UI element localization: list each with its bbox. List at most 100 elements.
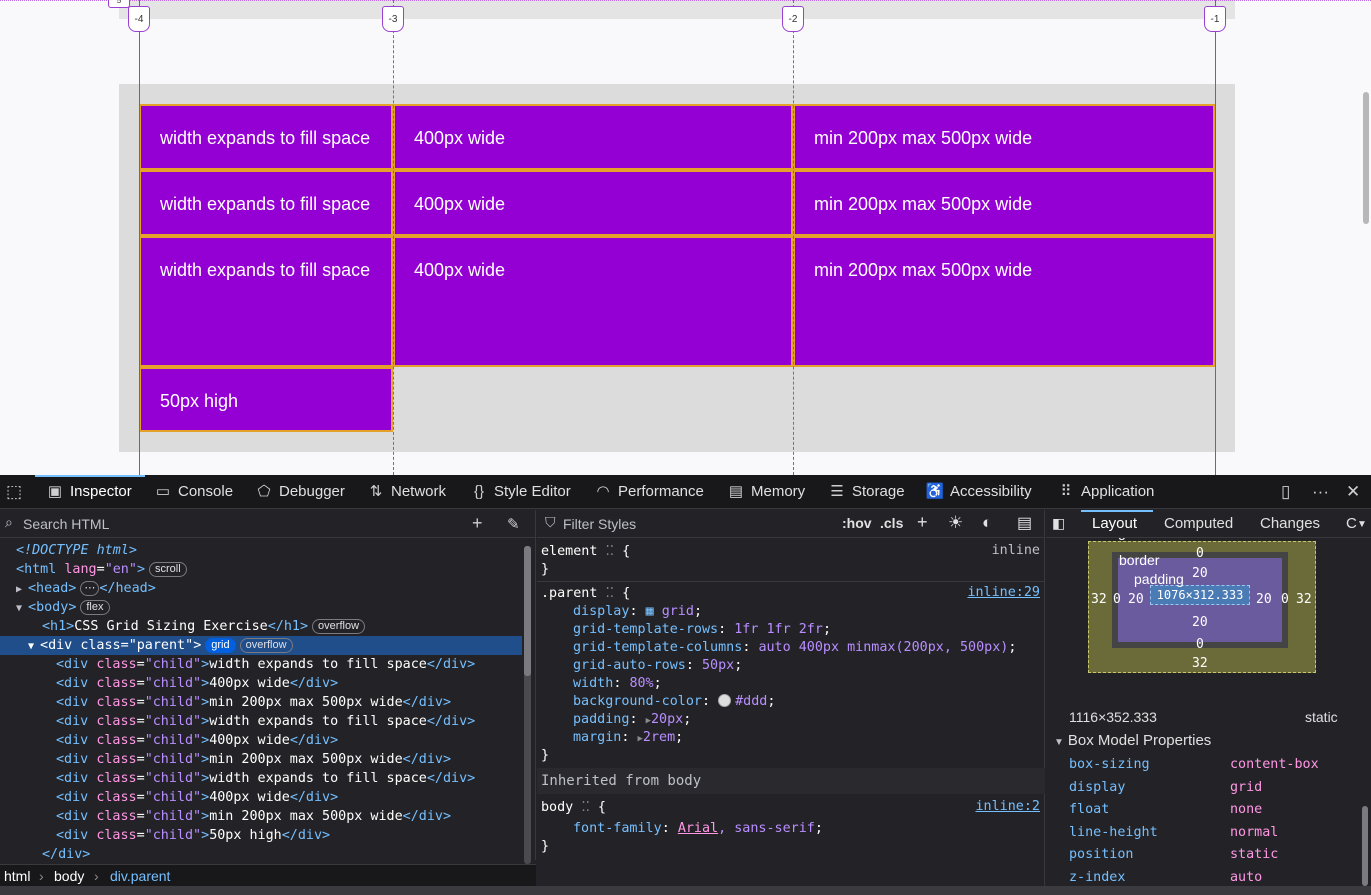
- tree-node-html[interactable]: <html lang="en"> scroll: [0, 560, 522, 579]
- more-options-icon[interactable]: ···: [1312, 482, 1329, 502]
- layout-scrollbar[interactable]: [1362, 536, 1368, 886]
- tab-changes[interactable]: Changes: [1260, 515, 1320, 532]
- tree-node-doctype[interactable]: <!DOCTYPE html>: [0, 541, 522, 560]
- tab-performance[interactable]: ◠ Performance: [593, 475, 703, 509]
- tree-node-div-close[interactable]: </div>: [0, 845, 522, 864]
- eyedropper-icon[interactable]: ✎: [507, 515, 520, 533]
- chevron-down-icon[interactable]: ▼: [1357, 519, 1367, 530]
- padding-top-value[interactable]: 20: [1192, 566, 1208, 581]
- declaration[interactable]: margin: ▶2rem;: [573, 729, 683, 747]
- filter-styles-input[interactable]: Filter Styles: [563, 516, 636, 532]
- tree-node-child[interactable]: <div class="child">width expands to fill…: [0, 655, 522, 674]
- grid-cell[interactable]: width expands to fill space: [139, 104, 393, 170]
- tree-node-child[interactable]: <div class="child">400px wide</div>: [0, 788, 522, 807]
- grid-cell[interactable]: min 200px max 500px wide: [793, 236, 1215, 367]
- padding-right-value[interactable]: 20: [1256, 592, 1272, 607]
- grid-cell[interactable]: width expands to fill space: [139, 170, 393, 236]
- grid-cell[interactable]: width expands to fill space: [139, 236, 393, 367]
- margin-right-value[interactable]: 32: [1296, 592, 1312, 607]
- scrollbar-thumb[interactable]: [524, 546, 531, 676]
- collapse-icon[interactable]: ▼: [16, 599, 28, 618]
- search-input[interactable]: Search HTML: [23, 516, 109, 532]
- scrollbar-thumb[interactable]: [1362, 806, 1368, 886]
- tab-network[interactable]: ⇅ Network: [366, 475, 446, 509]
- padding-left-value[interactable]: 20: [1128, 592, 1144, 607]
- scroll-badge[interactable]: scroll: [149, 562, 187, 577]
- overflow-badge[interactable]: overflow: [312, 619, 366, 634]
- rule-source-link[interactable]: inline:29: [967, 585, 1040, 600]
- tab-debugger[interactable]: ⬠ Debugger: [254, 475, 344, 509]
- tab-console[interactable]: ▭ Console: [153, 475, 233, 509]
- tree-node-child[interactable]: <div class="child">width expands to fill…: [0, 712, 522, 731]
- tab-style-editor[interactable]: {} Style Editor: [469, 475, 571, 509]
- breadcrumb-html[interactable]: html: [4, 865, 30, 887]
- markup-search-bar[interactable]: ⌕ Search HTML + ✎: [0, 510, 536, 538]
- font-value[interactable]: Arial: [678, 821, 718, 836]
- parent-rule-header[interactable]: .parent ⁚⁚ {: [541, 585, 630, 603]
- declaration[interactable]: width: 80%;: [573, 675, 662, 693]
- grid-cell[interactable]: 400px wide: [393, 236, 793, 367]
- tab-inspector[interactable]: ▣ Inspector: [45, 475, 132, 509]
- declaration[interactable]: grid-template-rows: 1fr 1fr 2fr;: [573, 621, 831, 639]
- element-picker-icon[interactable]: ⬚: [6, 482, 22, 502]
- box-model-properties-header[interactable]: ▼ Box Model Properties: [1054, 732, 1211, 749]
- tab-memory[interactable]: ▤ Memory: [726, 475, 805, 509]
- tree-node-child[interactable]: <div class="child">min 200px max 500px w…: [0, 807, 522, 826]
- margin-bottom-value[interactable]: 32: [1192, 656, 1208, 671]
- dark-scheme-icon[interactable]: ◐: [982, 513, 992, 533]
- tab-layout[interactable]: Layout: [1092, 515, 1137, 532]
- cls-button[interactable]: .cls: [880, 515, 903, 531]
- responsive-design-icon[interactable]: ▯: [1281, 482, 1290, 502]
- page-scrollbar[interactable]: [1363, 92, 1369, 224]
- print-media-icon[interactable]: ▤: [1017, 513, 1032, 533]
- grid-cell[interactable]: min 200px max 500px wide: [793, 170, 1215, 236]
- border-top-value[interactable]: 0: [1196, 546, 1204, 561]
- add-node-icon[interactable]: +: [472, 513, 483, 534]
- breadcrumb-div-parent[interactable]: div.parent: [110, 865, 170, 887]
- tab-accessibility[interactable]: ♿ Accessibility: [925, 475, 1032, 509]
- grid-cell[interactable]: 50px high: [139, 367, 393, 432]
- ellipsis-badge[interactable]: ⋯: [80, 581, 100, 596]
- tree-node-child[interactable]: <div class="child">400px wide</div>: [0, 674, 522, 693]
- declaration[interactable]: padding: ▶20px;: [573, 711, 691, 729]
- tree-node-h1[interactable]: <h1>CSS Grid Sizing Exercise</h1> overflo…: [0, 617, 522, 636]
- collapse-icon[interactable]: ▼: [28, 637, 40, 656]
- sidebar-toggle-icon[interactable]: ◧: [1052, 515, 1065, 532]
- grid-icon[interactable]: ▦: [646, 604, 654, 619]
- expand-icon[interactable]: ▶: [16, 580, 28, 599]
- add-rule-icon[interactable]: +: [917, 512, 928, 533]
- tab-computed[interactable]: Computed: [1164, 515, 1233, 532]
- hov-button[interactable]: :hov: [842, 515, 872, 531]
- box-model-content[interactable]: 1076×312.333: [1150, 585, 1250, 605]
- declaration[interactable]: grid-auto-rows: 50px;: [573, 657, 742, 675]
- tree-node-child[interactable]: <div class="child">400px wide</div>: [0, 731, 522, 750]
- tree-node-div-parent[interactable]: ▼ <div class="parent"> grid overflow: [0, 636, 522, 655]
- overflow-badge[interactable]: overflow: [239, 638, 293, 653]
- margin-left-value[interactable]: 32: [1091, 592, 1107, 607]
- grid-cell[interactable]: 400px wide: [393, 104, 793, 170]
- tree-node-body[interactable]: ▼ <body> flex: [0, 598, 522, 617]
- border-left-value[interactable]: 0: [1113, 592, 1121, 607]
- breadcrumb-body[interactable]: body: [54, 865, 84, 887]
- tree-node-child[interactable]: <div class="child">min 200px max 500px w…: [0, 750, 522, 769]
- element-rule-header[interactable]: element ⁚⁚ {: [541, 543, 630, 561]
- border-right-value[interactable]: 0: [1281, 592, 1289, 607]
- markup-scrollbar[interactable]: [524, 546, 531, 864]
- declaration[interactable]: display: ▦ grid;: [573, 603, 702, 621]
- body-rule-header[interactable]: body ⁚⁚ {: [541, 799, 606, 817]
- light-scheme-icon[interactable]: ☀: [948, 513, 963, 533]
- grid-cell[interactable]: 400px wide: [393, 170, 793, 236]
- close-icon[interactable]: ✕: [1346, 482, 1360, 502]
- tab-application[interactable]: ⠿ Application: [1056, 475, 1155, 509]
- tree-node-child[interactable]: <div class="child">min 200px max 500px w…: [0, 693, 522, 712]
- tree-node-child[interactable]: <div class="child">50px high</div>: [0, 826, 522, 845]
- tab-storage[interactable]: ☰ Storage: [827, 475, 904, 509]
- grid-cell[interactable]: min 200px max 500px wide: [793, 104, 1215, 170]
- declaration[interactable]: background-color: #ddd;: [573, 693, 775, 711]
- color-swatch[interactable]: [718, 694, 732, 707]
- rule-source-link[interactable]: inline:2: [976, 799, 1041, 814]
- declaration[interactable]: font-family: Arial, sans-serif;: [573, 820, 823, 838]
- flex-badge[interactable]: flex: [80, 600, 110, 615]
- tree-node-head[interactable]: ▶ <head> ⋯ </head>: [0, 579, 522, 598]
- tab-more[interactable]: C: [1346, 515, 1357, 532]
